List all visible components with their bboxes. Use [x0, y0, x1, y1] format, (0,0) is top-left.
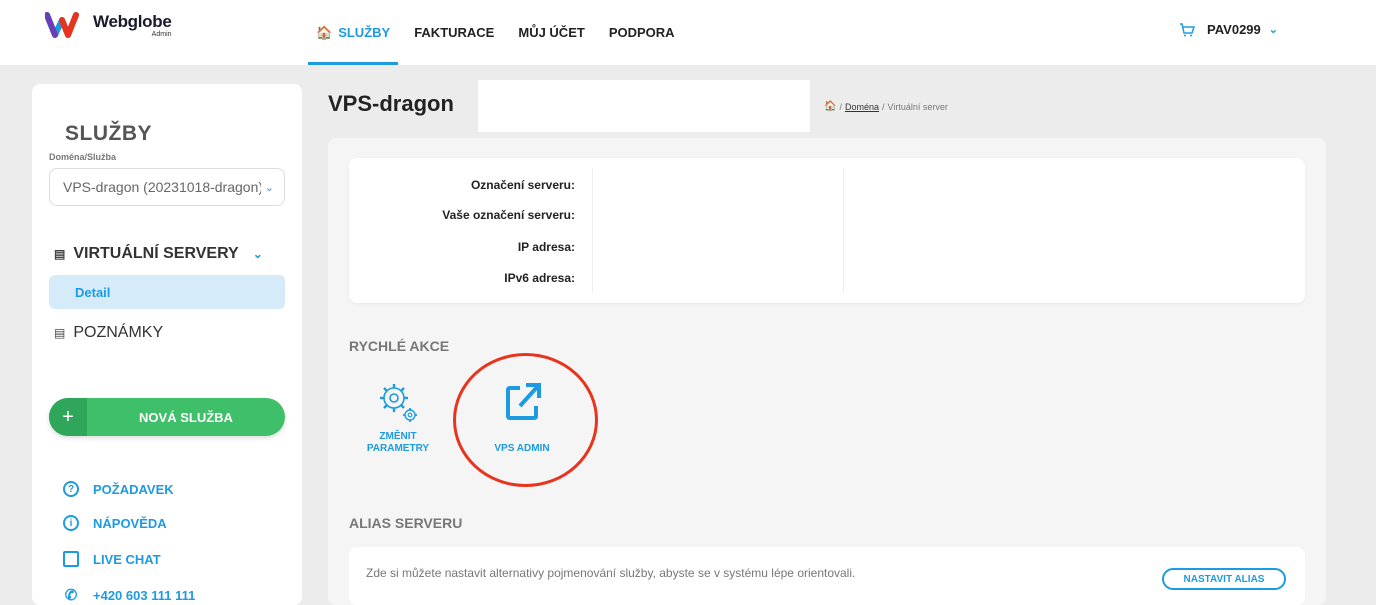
home-icon[interactable]: 🏠 — [824, 101, 836, 112]
column-divider — [843, 168, 844, 293]
nav-podpora-label: PODPORA — [608, 25, 675, 40]
logo-mark-icon — [45, 12, 79, 38]
alias-card: Zde si můžete nastavit alternativy pojme… — [349, 547, 1305, 605]
change-parameters-label-2: PARAMETRY — [366, 443, 430, 454]
main-nav: 🏠 SLUŽBY FAKTURACE MŮJ ÚČET PODPORA — [308, 0, 691, 65]
chevron-down-icon: ⌄ — [252, 247, 263, 261]
ip-label: IP adresa: — [517, 240, 575, 254]
alias-description: Zde si můžete nastavit alternativy pojme… — [366, 566, 856, 580]
help-link[interactable]: i NÁPOVĚDA — [63, 515, 167, 531]
page-title: VPS-dragon — [328, 91, 454, 116]
chevron-down-icon: ⌄ — [264, 181, 274, 194]
sidebar: SLUŽBY Doména/Služba VPS-dragon (2023101… — [32, 84, 302, 605]
change-parameters-action[interactable]: ZMĚNIT PARAMETRY — [360, 378, 436, 455]
service-select[interactable]: VPS-dragon (20231018-dragon) ⌄ — [49, 168, 285, 206]
new-service-label: NOVÁ SLUŽBA — [139, 409, 233, 425]
nav-muj-ucet[interactable]: MŮJ ÚČET — [510, 0, 592, 65]
nav-podpora[interactable]: PODPORA — [601, 0, 683, 65]
sidebar-title: SLUŽBY — [65, 122, 152, 145]
nav-muj-ucet-label: MŮJ ÚČET — [518, 25, 585, 40]
brand-sub: Admin — [151, 31, 172, 38]
gears-icon — [380, 384, 417, 422]
sidebar-section-label: VIRTUÁLNÍ SERVERY — [73, 245, 239, 262]
phone-icon: ✆ — [64, 587, 78, 604]
service-select-label: Doména/Služba — [49, 152, 117, 162]
live-chat-label: LIVE CHAT — [93, 551, 161, 567]
server-name-label: Označení serveru: — [470, 178, 575, 192]
nav-fakturace[interactable]: FAKTURACE — [406, 0, 502, 65]
help-label: NÁPOVĚDA — [93, 515, 167, 531]
home-icon: 🏠 — [316, 24, 333, 40]
highlight-circle — [453, 353, 598, 487]
brand-name: Webglobe — [93, 12, 172, 31]
account-menu[interactable]: PAV0299 ⌄ — [1179, 22, 1278, 37]
list-icon: ▤ — [54, 247, 66, 261]
cart-icon[interactable] — [1179, 22, 1196, 37]
notes-icon: ▤ — [54, 326, 66, 340]
sidebar-item-notes[interactable]: ▤ POZNÁMKY — [54, 324, 163, 342]
info-icon: i — [63, 515, 79, 531]
ipv6-label: IPv6 adresa: — [504, 271, 575, 285]
chevron-down-icon: ⌄ — [1268, 24, 1278, 36]
breadcrumb-link-domena[interactable]: Doména — [845, 102, 879, 112]
breadcrumb: 🏠 / Doména / Virtuální server — [824, 101, 948, 112]
nav-sluzby[interactable]: 🏠 SLUŽBY — [308, 0, 399, 65]
account-id: PAV0299 — [1207, 22, 1261, 37]
plus-icon: + — [49, 398, 87, 436]
chat-icon — [63, 551, 79, 567]
quick-actions-title: RYCHLÉ AKCE — [349, 338, 450, 354]
sidebar-item-virtual-servers[interactable]: ▤ VIRTUÁLNÍ SERVERY ⌄ — [54, 245, 263, 263]
alias-title: ALIAS SERVERU — [349, 515, 463, 531]
question-icon: ? — [63, 481, 79, 497]
nav-sluzby-label: SLUŽBY — [338, 25, 391, 40]
sidebar-item-detail[interactable]: Detail — [49, 275, 285, 309]
live-chat-link[interactable]: LIVE CHAT — [63, 551, 161, 567]
breadcrumb-current: Virtuální server — [887, 101, 948, 112]
server-info-card: Označení serveru: Vaše označení serveru:… — [349, 158, 1305, 303]
top-bar: Webglobe Admin 🏠 SLUŽBY FAKTURACE MŮJ ÚČ… — [0, 0, 1376, 65]
service-select-value: VPS-dragon (20231018-dragon) — [63, 179, 261, 195]
set-alias-button[interactable]: NASTAVIT ALIAS — [1162, 568, 1286, 590]
title-edit-area — [478, 80, 810, 132]
request-label: POŽADAVEK — [93, 481, 174, 497]
change-parameters-label-1: ZMĚNIT — [379, 431, 417, 442]
request-link[interactable]: ? POŽADAVEK — [63, 481, 174, 497]
phone-label: +420 603 111 111 — [93, 587, 196, 603]
custom-name-label: Vaše označení serveru: — [442, 208, 575, 222]
webglobe-logo[interactable]: Webglobe Admin — [45, 12, 172, 38]
phone-link[interactable]: ✆ +420 603 111 111 — [63, 587, 196, 604]
column-divider — [592, 168, 593, 293]
sidebar-notes-label: POZNÁMKY — [73, 324, 164, 341]
new-service-button[interactable]: + NOVÁ SLUŽBA — [49, 398, 285, 436]
nav-fakturace-label: FAKTURACE — [414, 25, 495, 40]
